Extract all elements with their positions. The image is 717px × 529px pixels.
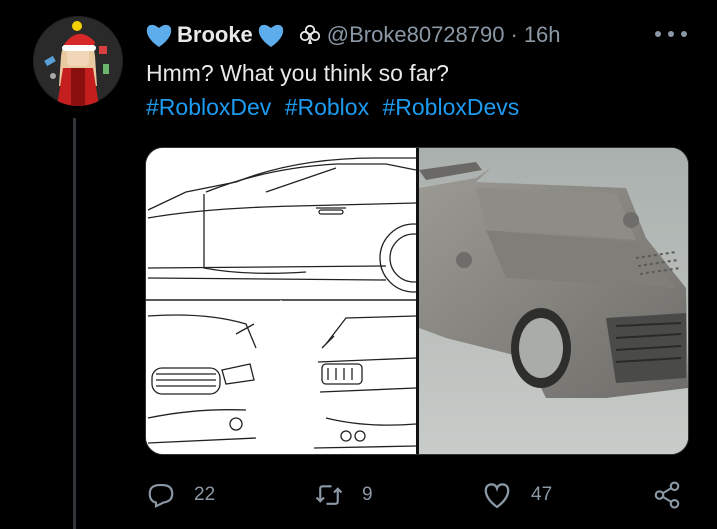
like-count: 47 — [531, 484, 553, 505]
like-action[interactable]: 47 — [481, 478, 552, 512]
share-action[interactable] — [651, 478, 683, 512]
reply-icon[interactable] — [146, 480, 176, 510]
hashtags: #RobloxDev #Roblox #RobloxDevs — [146, 94, 526, 121]
hashtag-link[interactable]: #RobloxDev — [146, 94, 271, 120]
user-handle[interactable]: @Broke80728790 — [327, 22, 505, 48]
tweet-media[interactable] — [145, 147, 689, 455]
hashtag-link[interactable]: #RobloxDevs — [382, 94, 519, 120]
avatar-image — [33, 16, 123, 106]
avatar[interactable] — [33, 16, 123, 106]
separator-dot: · — [510, 22, 518, 47]
retweet-action[interactable]: 9 — [314, 478, 373, 512]
tweet-actions: 22 9 47 — [146, 478, 691, 512]
thread-line — [73, 118, 76, 529]
tweet-text: Hmm? What you think so far? — [146, 60, 449, 86]
retweet-count: 9 — [362, 484, 373, 505]
media-image — [146, 148, 688, 454]
display-name[interactable]: Brooke — [177, 22, 253, 48]
club-badge-icon — [299, 24, 320, 44]
reply-count: 22 — [194, 484, 216, 505]
tweet-header: Brooke @Broke80728790 · 16h — [145, 18, 561, 52]
share-icon[interactable] — [651, 480, 683, 510]
reply-action[interactable]: 22 — [146, 478, 215, 512]
heart-icon[interactable] — [481, 480, 513, 510]
more-options-icon[interactable] — [655, 22, 687, 46]
hashtag-link[interactable]: #Roblox — [285, 94, 369, 120]
blue-heart-icon — [258, 24, 283, 47]
timestamp[interactable]: 16h — [524, 22, 561, 48]
blue-heart-icon — [146, 24, 172, 47]
retweet-icon[interactable] — [314, 480, 344, 510]
